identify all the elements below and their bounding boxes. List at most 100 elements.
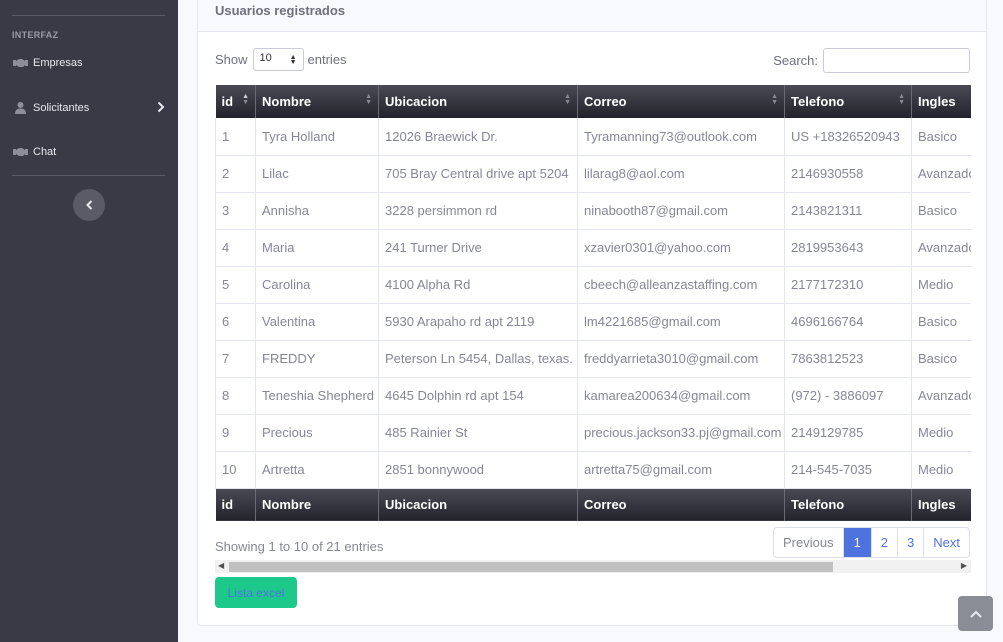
cell-correo: ninabooth87@gmail.com (577, 192, 785, 230)
sidebar-item-label: Empresas (33, 57, 83, 69)
cell-id: 9 (215, 414, 256, 452)
users-table: id ▲ ▼ Nombre ▲ ▼ Ubicacion ▲ ▼ Correo ▲ ▼ Telef… (215, 85, 971, 521)
cell-ubicacion: 3228 persimmon rd (378, 192, 578, 230)
column-header-telefono[interactable]: Telefono ▲ ▼ (784, 85, 912, 118)
cell-telefono: 2143821311 (784, 192, 912, 230)
sort-icon: ▲ ▼ (365, 93, 372, 106)
cell-nombre: Tyra Holland (255, 118, 379, 156)
column-header-ubicacion[interactable]: Ubicacion ▲ ▼ (378, 85, 578, 118)
show-label: Show (215, 52, 248, 67)
sidebar-item-chat[interactable]: Chat (12, 142, 167, 162)
cell-ingles: Avanzado (911, 155, 971, 193)
table-row: 10 Artretta 2851 bonnywood artretta75@gmail… (215, 451, 971, 489)
cell-ubicacion: Peterson Ln 5454, Dallas, texas. (378, 340, 578, 378)
footer-col-ubicacion: Ubicacion (378, 488, 578, 521)
cell-telefono: 214-545-7035 (784, 451, 912, 489)
column-header-correo[interactable]: Correo ▲ ▼ (577, 85, 785, 118)
cell-telefono: (972) - 3886097 (784, 377, 912, 415)
cell-ingles: Basico (911, 118, 971, 156)
cell-telefono: 7863812523 (784, 340, 912, 378)
cell-nombre: Precious (255, 414, 379, 452)
users-card: Usuarios registrados Show 10 ▲ ▼ entries … (197, 0, 987, 626)
cell-nombre: Annisha (255, 192, 379, 230)
footer-col-telefono: Telefono (784, 488, 912, 521)
sidebar-item-empresas[interactable]: Empresas (12, 53, 167, 73)
pagination-previous[interactable]: Previous (774, 528, 843, 557)
cell-id: 5 (215, 266, 256, 304)
cell-ingles: Basico (911, 192, 971, 230)
cell-ingles: Avanzado (911, 377, 971, 415)
scroll-to-top-button[interactable] (958, 596, 993, 631)
sort-icon: ▲ ▼ (564, 93, 571, 106)
cell-correo: Tyramanning73@outlook.com (577, 118, 785, 156)
table-row: 8 Teneshia Shepherd 4645 Dolphin rd apt 15… (215, 377, 971, 415)
cell-telefono: US +18326520943 (784, 118, 912, 156)
sidebar-divider (12, 15, 165, 16)
cell-ubicacion: 705 Bray Central drive apt 5204 (378, 155, 578, 193)
table-row: 3 Annisha 3228 persimmon rd ninabooth87@gma… (215, 192, 971, 230)
table-row: 4 Maria 241 Turner Drive xzavier0301@yahoo.… (215, 229, 971, 267)
cell-correo: precious.jackson33.pj@gmail.com (577, 414, 785, 452)
column-header-nombre[interactable]: Nombre ▲ ▼ (255, 85, 379, 118)
cell-ubicacion: 12026 Braewick Dr. (378, 118, 578, 156)
column-header-ingles[interactable]: Ingles▲▼ (911, 85, 971, 118)
chevron-up-icon (969, 606, 982, 621)
column-header-id[interactable]: id ▲ ▼ (215, 85, 256, 118)
cell-ingles: Basico (911, 303, 971, 341)
cell-ubicacion: 485 Rainier St (378, 414, 578, 452)
cell-ubicacion: 4645 Dolphin rd apt 154 (378, 377, 578, 415)
chevron-right-icon (157, 101, 165, 116)
cell-correo: kamarea200634@gmail.com (577, 377, 785, 415)
search-input[interactable] (823, 48, 970, 73)
cell-nombre: Artretta (255, 451, 379, 489)
cell-correo: lilarag8@aol.com (577, 155, 785, 193)
table-row: 1 Tyra Holland 12026 Braewick Dr. Tyramanni… (215, 118, 971, 156)
scroll-left-arrow-icon[interactable]: ◀ (218, 561, 224, 570)
table-row: 9 Precious 485 Rainier St precious.jackson3… (215, 414, 971, 452)
cell-ingles: Medio (911, 266, 971, 304)
sort-icon: ▲ ▼ (898, 93, 905, 106)
sidebar-toggle-button[interactable] (73, 189, 105, 221)
entries-length-control: Show 10 ▲ ▼ entries (215, 48, 347, 71)
cell-id: 4 (215, 229, 256, 267)
footer-col-id: id (215, 488, 256, 521)
sort-icon: ▲ ▼ (771, 93, 778, 106)
pagination-page-1[interactable]: 1 (842, 528, 871, 557)
horizontal-scrollbar[interactable]: ◀ ▶ (215, 560, 971, 573)
cell-nombre: Teneshia Shepherd (255, 377, 379, 415)
scroll-right-arrow-icon[interactable]: ▶ (961, 561, 967, 570)
cell-ubicacion: 2851 bonnywood (378, 451, 578, 489)
cell-telefono: 4696166764 (784, 303, 912, 341)
pagination-page-2[interactable]: 2 (870, 528, 897, 557)
search-label: Search: (773, 53, 818, 68)
table-info: Showing 1 to 10 of 21 entries (215, 539, 384, 554)
pagination-next[interactable]: Next (923, 528, 969, 557)
search-control: Search: (773, 48, 970, 73)
sidebar-item-solicitantes[interactable]: Solicitantes (12, 98, 167, 118)
scrollbar-thumb[interactable] (229, 562, 833, 572)
footer-col-ingles: Ingles (911, 488, 971, 521)
card-title: Usuarios registrados (215, 3, 346, 18)
cell-ingles: Medio (911, 451, 971, 489)
entries-select-value: 10 (259, 52, 272, 64)
sidebar-divider (12, 175, 165, 176)
pagination: Previous 1 2 3 Next (772, 527, 970, 558)
table-row: 7 FREDDY Peterson Ln 5454, Dallas, texas. f… (215, 340, 971, 378)
cell-id: 7 (215, 340, 256, 378)
cell-telefono: 2146930558 (784, 155, 912, 193)
export-excel-button[interactable]: Lista excel (215, 577, 297, 608)
cell-id: 6 (215, 303, 256, 341)
footer-col-correo: Correo (577, 488, 785, 521)
cell-ingles: Basico (911, 340, 971, 378)
cell-correo: cbeech@alleanzastaffing.com (577, 266, 785, 304)
pagination-page-3[interactable]: 3 (897, 528, 923, 557)
cell-id: 3 (215, 192, 256, 230)
cell-nombre: Carolina (255, 266, 379, 304)
cell-ingles: Medio (911, 414, 971, 452)
cell-ubicacion: 4100 Alpha Rd (378, 266, 578, 304)
cell-ubicacion: 241 Turner Drive (378, 229, 578, 267)
cell-correo: freddyarrieta3010@gmail.com (577, 340, 785, 378)
sidebar-heading: INTERFAZ (12, 30, 59, 40)
cell-correo: artretta75@gmail.com (577, 451, 785, 489)
entries-select[interactable]: 10 ▲ ▼ (252, 48, 304, 71)
